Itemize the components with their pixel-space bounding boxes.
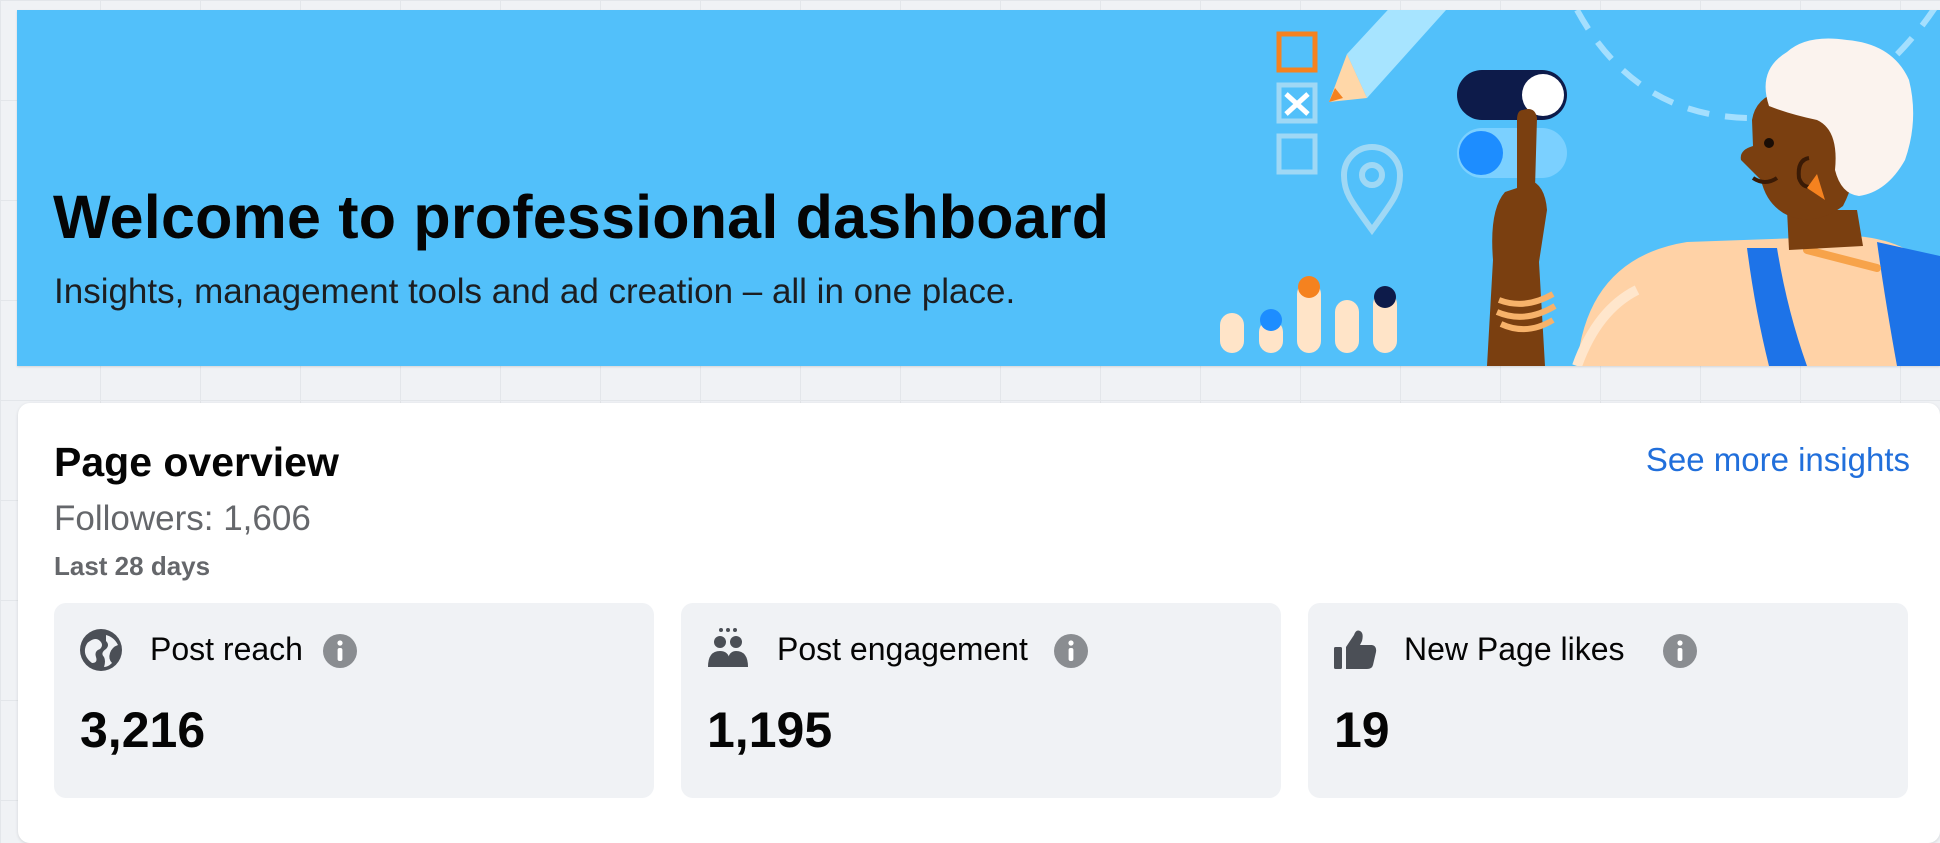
page-overview-card: Page overview See more insights Follower…: [18, 403, 1940, 843]
stat-value: 19: [1334, 702, 1390, 758]
stat-value: 3,216: [80, 702, 206, 758]
stat-label: New Page likes: [1404, 631, 1625, 667]
date-range-label: Last 28 days: [54, 551, 211, 581]
stat-label: Post reach: [150, 631, 303, 667]
stat-label: Post engagement: [777, 631, 1028, 667]
mini-bar-chart-icon: [1220, 276, 1397, 353]
toggle-switch-icon: [1457, 70, 1567, 178]
see-more-insights-link[interactable]: See more insights: [1646, 441, 1910, 479]
stat-card-new-page-likes[interactable]: New Page likes 19: [1308, 603, 1908, 798]
followers-count: Followers: 1,606: [54, 499, 311, 538]
pencil-icon: [1329, 10, 1447, 102]
globe-icon: [80, 629, 122, 671]
stat-card-post-reach[interactable]: Post reach 3,216: [54, 603, 654, 798]
dashboard-illustration: [1220, 10, 1940, 366]
location-pin-icon: [1340, 144, 1404, 236]
stat-card-post-engagement[interactable]: Post engagement 1,195: [681, 603, 1281, 798]
page-overview-title: Page overview: [54, 439, 339, 485]
info-icon[interactable]: [322, 633, 358, 669]
checklist-icon: [1276, 31, 1318, 175]
stat-value: 1,195: [707, 702, 833, 758]
info-icon[interactable]: [1053, 633, 1089, 669]
thumbs-up-icon: [1334, 630, 1377, 669]
people-icon: [708, 628, 748, 667]
info-icon[interactable]: [1662, 633, 1698, 669]
welcome-banner: Welcome to professional dashboard Insigh…: [17, 10, 1940, 366]
